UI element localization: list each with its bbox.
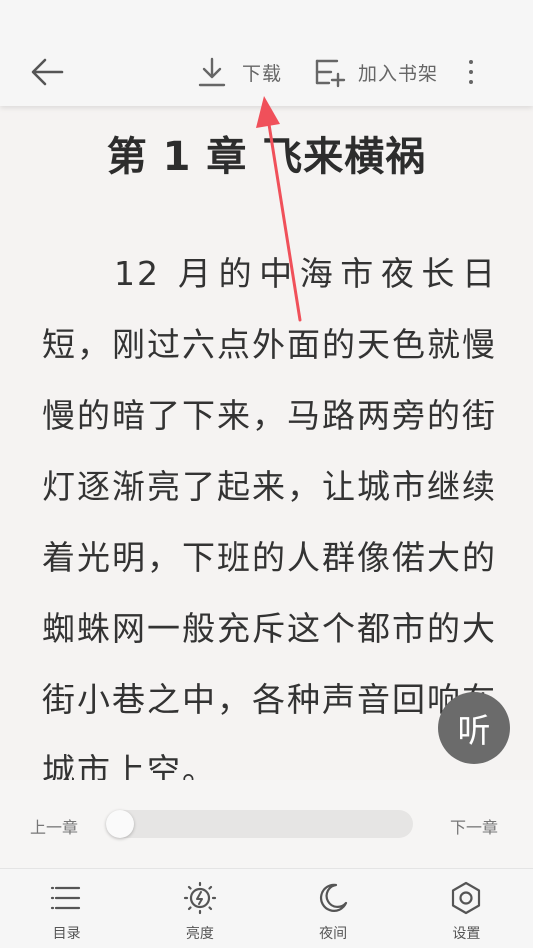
previous-chapter-button[interactable]: 上一章 [30,814,78,838]
nav-label-catalog: 目录 [52,926,81,942]
top-app-bar: 下载 加入书架 [0,0,533,106]
arrow-left-icon [31,58,64,86]
listen-button[interactable]: 听 [438,692,510,764]
more-vertical-icon-dot [469,70,473,74]
moon-icon [320,883,348,912]
list-icon [50,886,80,910]
progress-slider[interactable] [106,810,413,838]
settings-icon [452,881,481,915]
chapter-text: 12 月的中海市夜长日短，刚过六点外面的天色就慢慢的暗了下来，马路两旁的街灯逐渐… [42,254,497,780]
download-label: 下载 [242,62,283,85]
add-to-bookshelf-button[interactable]: 加入书架 [312,52,438,92]
next-chapter-button[interactable]: 下一章 [450,814,498,838]
listen-label: 听 [457,711,491,750]
more-vertical-icon-dot [469,80,473,84]
more-vertical-icon-dot [469,60,473,64]
back-button[interactable] [24,52,70,92]
progress-slider-thumb[interactable] [106,810,134,838]
reading-area[interactable]: 第 1 章 飞来横祸 12 月的中海市夜长日短，刚过六点外面的天色就慢慢的暗了下… [0,106,533,780]
download-button[interactable]: 下载 [196,52,282,92]
nav-item-brightness[interactable]: 亮度 [133,869,266,948]
nav-label-night-mode: 夜间 [319,926,348,942]
brightness-icon [183,881,216,915]
nav-item-settings[interactable]: 设置 [400,869,533,948]
nav-label-brightness: 亮度 [185,926,214,942]
chapter-progress-bar: 上一章 下一章 [0,780,533,868]
nav-label-settings: 设置 [452,926,481,942]
chapter-title: 第 1 章 飞来横祸 [106,134,427,180]
more-options-button[interactable] [458,52,484,92]
add-to-bookshelf-label: 加入书架 [358,62,439,85]
nav-item-catalog[interactable]: 目录 [0,869,133,948]
add-bookshelf-icon [315,59,346,88]
nav-item-night-mode[interactable]: 夜间 [267,869,400,948]
bottom-toolbar: 目录 亮度 夜间 设置 [0,868,533,948]
download-icon [198,57,226,87]
